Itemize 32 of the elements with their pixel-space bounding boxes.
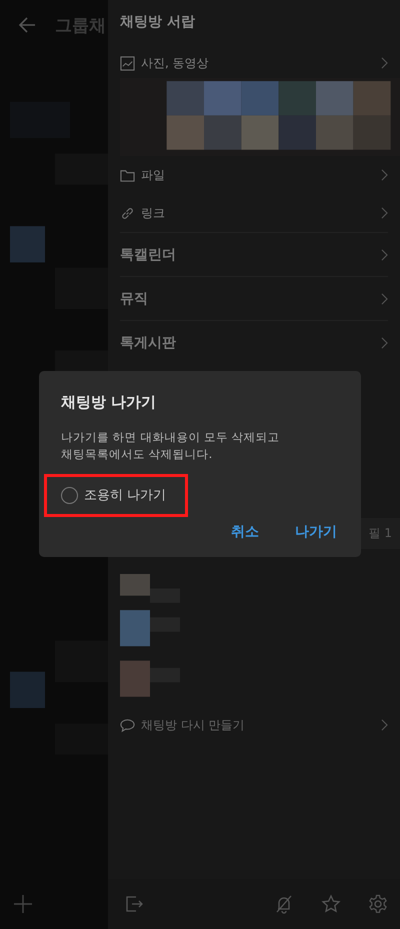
radio-button[interactable]	[61, 486, 78, 504]
chevron-icon	[381, 719, 388, 731]
quiet-leave-option[interactable]: 조용히 나가기	[61, 486, 166, 504]
link-icon	[120, 206, 135, 220]
chevron-icon	[381, 292, 388, 304]
chevron-icon	[381, 57, 388, 69]
member-count: 필 1	[360, 518, 400, 549]
plus-icon[interactable]	[13, 894, 33, 914]
image-icon	[120, 56, 135, 70]
chevron-icon	[381, 336, 388, 348]
menu-row[interactable]: 톡캘린더	[120, 232, 388, 276]
cancel-button[interactable]: 취소	[223, 517, 267, 547]
speech-bubble-icon	[120, 718, 135, 732]
exit-icon[interactable]	[124, 894, 144, 914]
bell-off-icon[interactable]	[274, 894, 294, 914]
folder-icon	[120, 168, 135, 182]
star-icon[interactable]	[321, 894, 341, 914]
menu-row[interactable]: 톡게시판	[120, 320, 388, 364]
settings-icon[interactable]	[368, 894, 388, 914]
link-row[interactable]: 링크	[120, 194, 388, 232]
menu-row[interactable]: 뮤직	[120, 276, 388, 320]
media-row[interactable]: 사진, 동영상	[120, 44, 388, 82]
chevron-icon	[381, 169, 388, 181]
dialog-title: 채팅방 나가기	[61, 393, 158, 412]
back-arrow-icon[interactable]	[17, 15, 37, 35]
drawer-title: 채팅방 서랍	[120, 13, 196, 32]
leave-button[interactable]: 나가기	[287, 517, 345, 547]
chevron-icon	[381, 207, 388, 219]
chevron-icon	[381, 248, 388, 260]
dialog-message: 나가기를 하면 대화내용이 모두 삭제되고 채팅목록에서도 삭제됩니다.	[61, 429, 281, 463]
recreate-row[interactable]: 채팅방 다시 만들기	[120, 706, 388, 744]
file-row[interactable]: 파일	[120, 156, 388, 194]
